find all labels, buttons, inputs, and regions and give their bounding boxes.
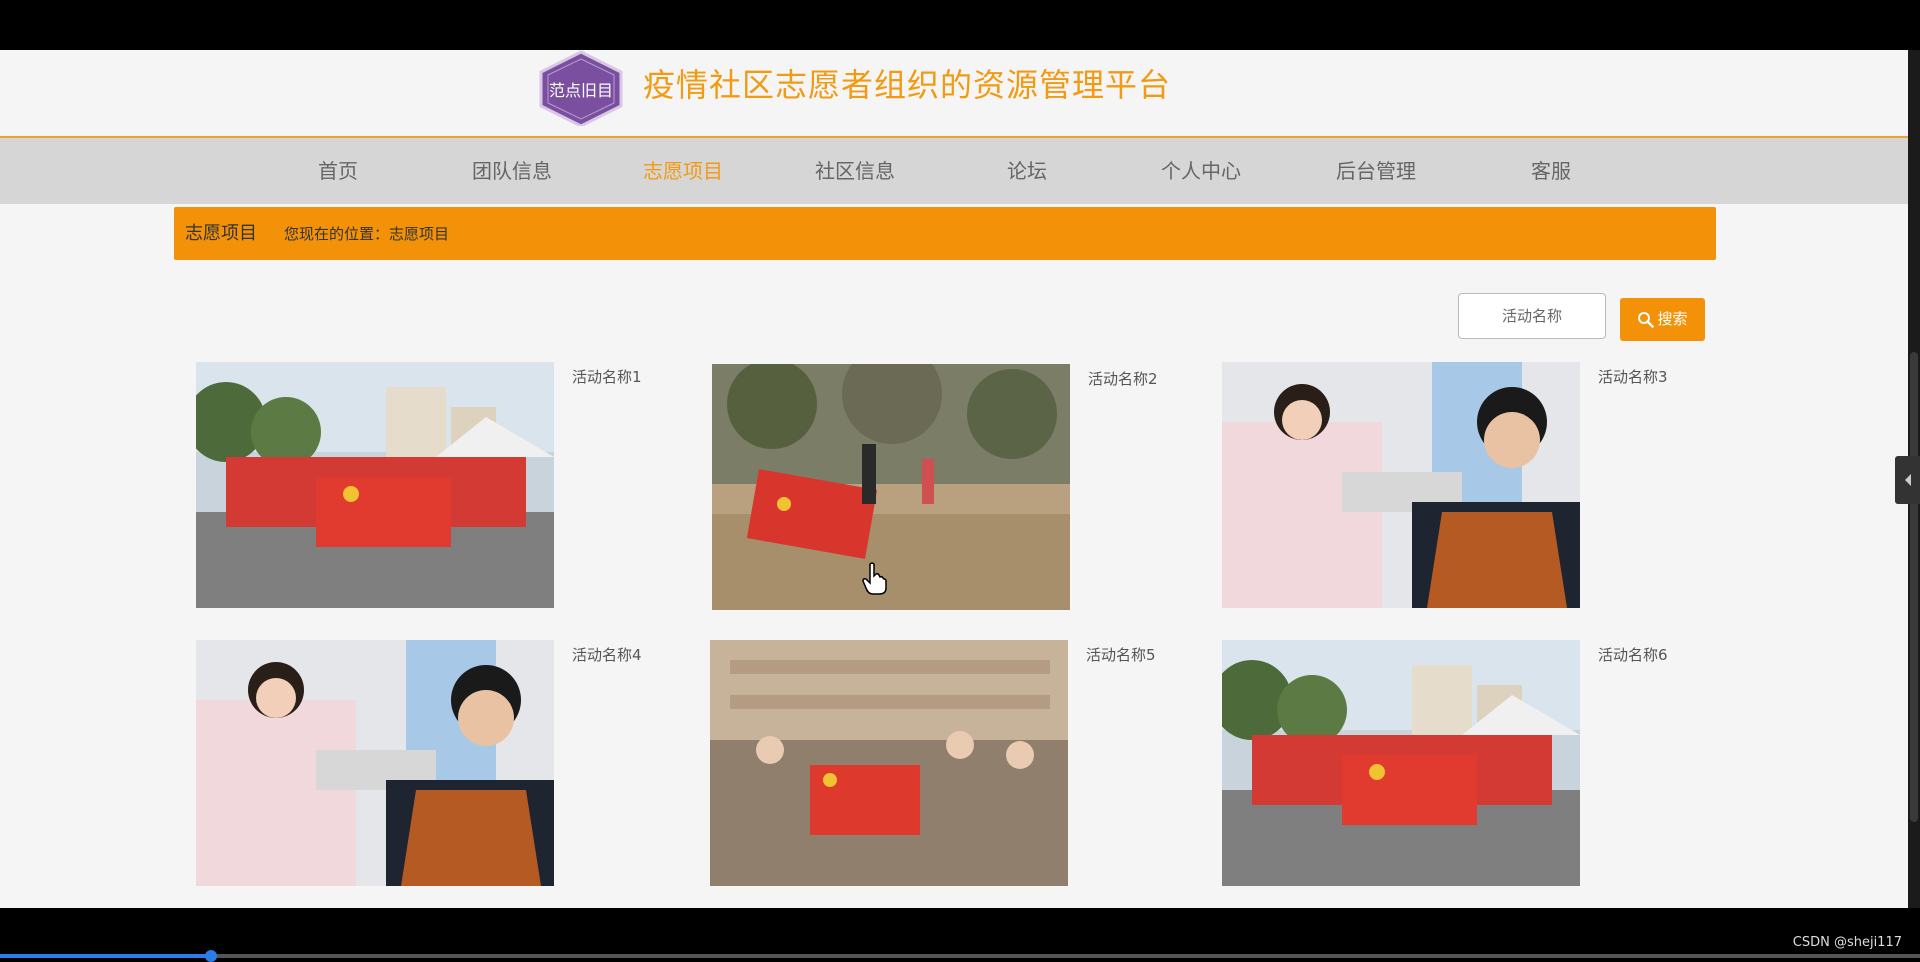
search-button[interactable]: 搜索 <box>1620 298 1705 341</box>
breadcrumb: 您现在的位置：志愿项目 <box>284 225 450 243</box>
project-card: 活动名称3 <box>1222 362 1692 610</box>
project-photo[interactable] <box>710 640 1068 886</box>
project-name[interactable]: 活动名称6 <box>1598 644 1668 665</box>
project-photo[interactable] <box>712 364 1070 610</box>
project-name[interactable]: 活动名称1 <box>572 366 642 387</box>
video-controls-bar <box>0 908 1920 960</box>
project-card: 活动名称1 <box>196 362 666 610</box>
video-progress-bar[interactable] <box>0 950 1920 962</box>
collapse-panel-button[interactable] <box>1895 456 1920 504</box>
project-card: 活动名称2 <box>712 364 1182 612</box>
logo-text: 范点旧目 <box>549 81 613 100</box>
project-card: 活动名称6 <box>1222 640 1692 888</box>
site-header: 范点旧目 疫情社区志愿者组织的资源管理平台 <box>0 50 1908 138</box>
nav-item-admin[interactable]: 后台管理 <box>1336 138 1416 204</box>
project-card: 活动名称5 <box>710 640 1180 888</box>
nav-item-team-info[interactable]: 团队信息 <box>472 138 552 204</box>
project-name[interactable]: 活动名称5 <box>1086 644 1156 665</box>
section-title: 志愿项目 <box>185 223 257 244</box>
main-nav: 首页 团队信息 志愿项目 社区信息 论坛 个人中心 后台管理 客服 <box>0 138 1908 204</box>
project-name[interactable]: 活动名称3 <box>1598 366 1668 387</box>
browser-viewport: 范点旧目 疫情社区志愿者组织的资源管理平台 首页 团队信息 志愿项目 社区信息 … <box>0 50 1908 908</box>
nav-item-customer-service[interactable]: 客服 <box>1531 138 1571 204</box>
chevron-left-icon <box>1904 474 1911 486</box>
nav-item-home[interactable]: 首页 <box>318 138 358 204</box>
project-card: 活动名称4 <box>196 640 666 888</box>
video-progress-fill <box>0 954 212 958</box>
watermark: CSDN @sheji117 <box>1792 935 1902 950</box>
search-icon <box>1638 312 1655 328</box>
scrollbar-thumb[interactable] <box>1910 352 1918 822</box>
search-button-label: 搜索 <box>1657 310 1688 328</box>
project-photo[interactable] <box>196 640 554 886</box>
nav-item-community-info[interactable]: 社区信息 <box>815 138 895 204</box>
nav-item-forum[interactable]: 论坛 <box>1007 138 1047 204</box>
video-progress-knob[interactable] <box>205 950 218 962</box>
nav-item-personal-center[interactable]: 个人中心 <box>1161 138 1241 204</box>
project-name[interactable]: 活动名称4 <box>572 644 642 665</box>
breadcrumb-bar: 志愿项目 您现在的位置：志愿项目 <box>174 207 1716 260</box>
site-title: 疫情社区志愿者组织的资源管理平台 <box>643 66 1172 104</box>
project-photo[interactable] <box>196 362 554 608</box>
project-photo[interactable] <box>1222 640 1580 886</box>
search-input[interactable] <box>1458 293 1606 339</box>
hand-cursor-icon <box>862 562 887 595</box>
project-photo[interactable] <box>1222 362 1580 608</box>
nav-item-volunteer-projects[interactable]: 志愿项目 <box>643 138 723 204</box>
site-logo: 范点旧目 <box>539 50 623 126</box>
project-name[interactable]: 活动名称2 <box>1088 368 1158 389</box>
